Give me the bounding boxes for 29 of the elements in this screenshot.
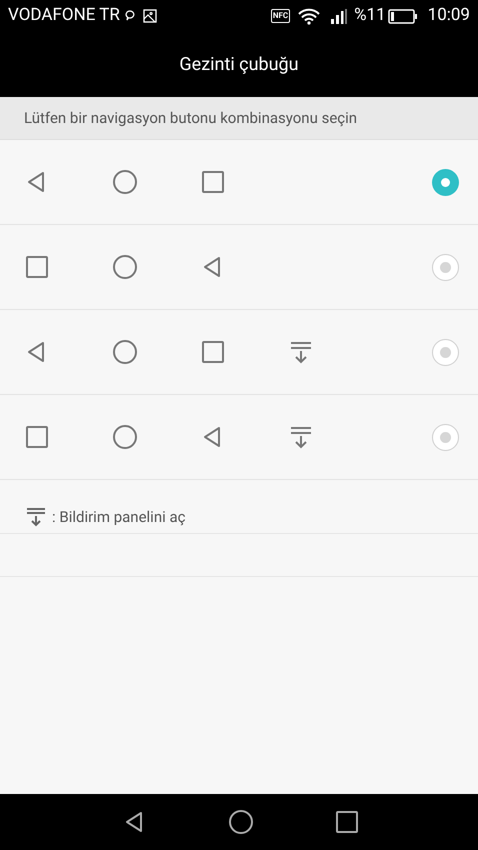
image-icon <box>142 9 157 23</box>
section-header: Lütfen bir navigasyon butonu kombinasyonu seçin <box>24 108 358 129</box>
radio-button[interactable] <box>432 254 459 280</box>
carrier-name: VODAFONE TR <box>8 4 120 28</box>
notification-panel-icon <box>289 425 313 449</box>
notification-panel-icon <box>289 340 313 364</box>
battery-percent: %11 <box>354 4 386 28</box>
battery-icon <box>388 8 418 24</box>
radio-button[interactable] <box>432 338 459 366</box>
radio-button[interactable] <box>432 168 459 196</box>
clock: 10:09 <box>428 4 470 28</box>
home-icon <box>113 340 137 364</box>
recents-icon <box>25 425 49 449</box>
recents-icon <box>201 340 225 364</box>
notification-panel-icon <box>26 506 46 527</box>
home-icon[interactable] <box>229 810 253 834</box>
home-icon <box>113 170 137 194</box>
signal-icon <box>330 8 348 24</box>
recents-icon[interactable] <box>335 810 359 834</box>
recents-icon <box>25 255 49 279</box>
recents-icon <box>201 170 225 194</box>
wifi-icon <box>298 8 320 24</box>
home-icon <box>113 255 137 279</box>
nfc-indicator: NFC <box>270 9 290 23</box>
screen-title: Gezinti çubuğu <box>179 53 299 77</box>
message-icon <box>124 10 135 22</box>
legend-text: : Bildirim panelini aç <box>52 506 186 528</box>
radio-button[interactable] <box>432 424 459 450</box>
home-icon <box>113 425 137 449</box>
